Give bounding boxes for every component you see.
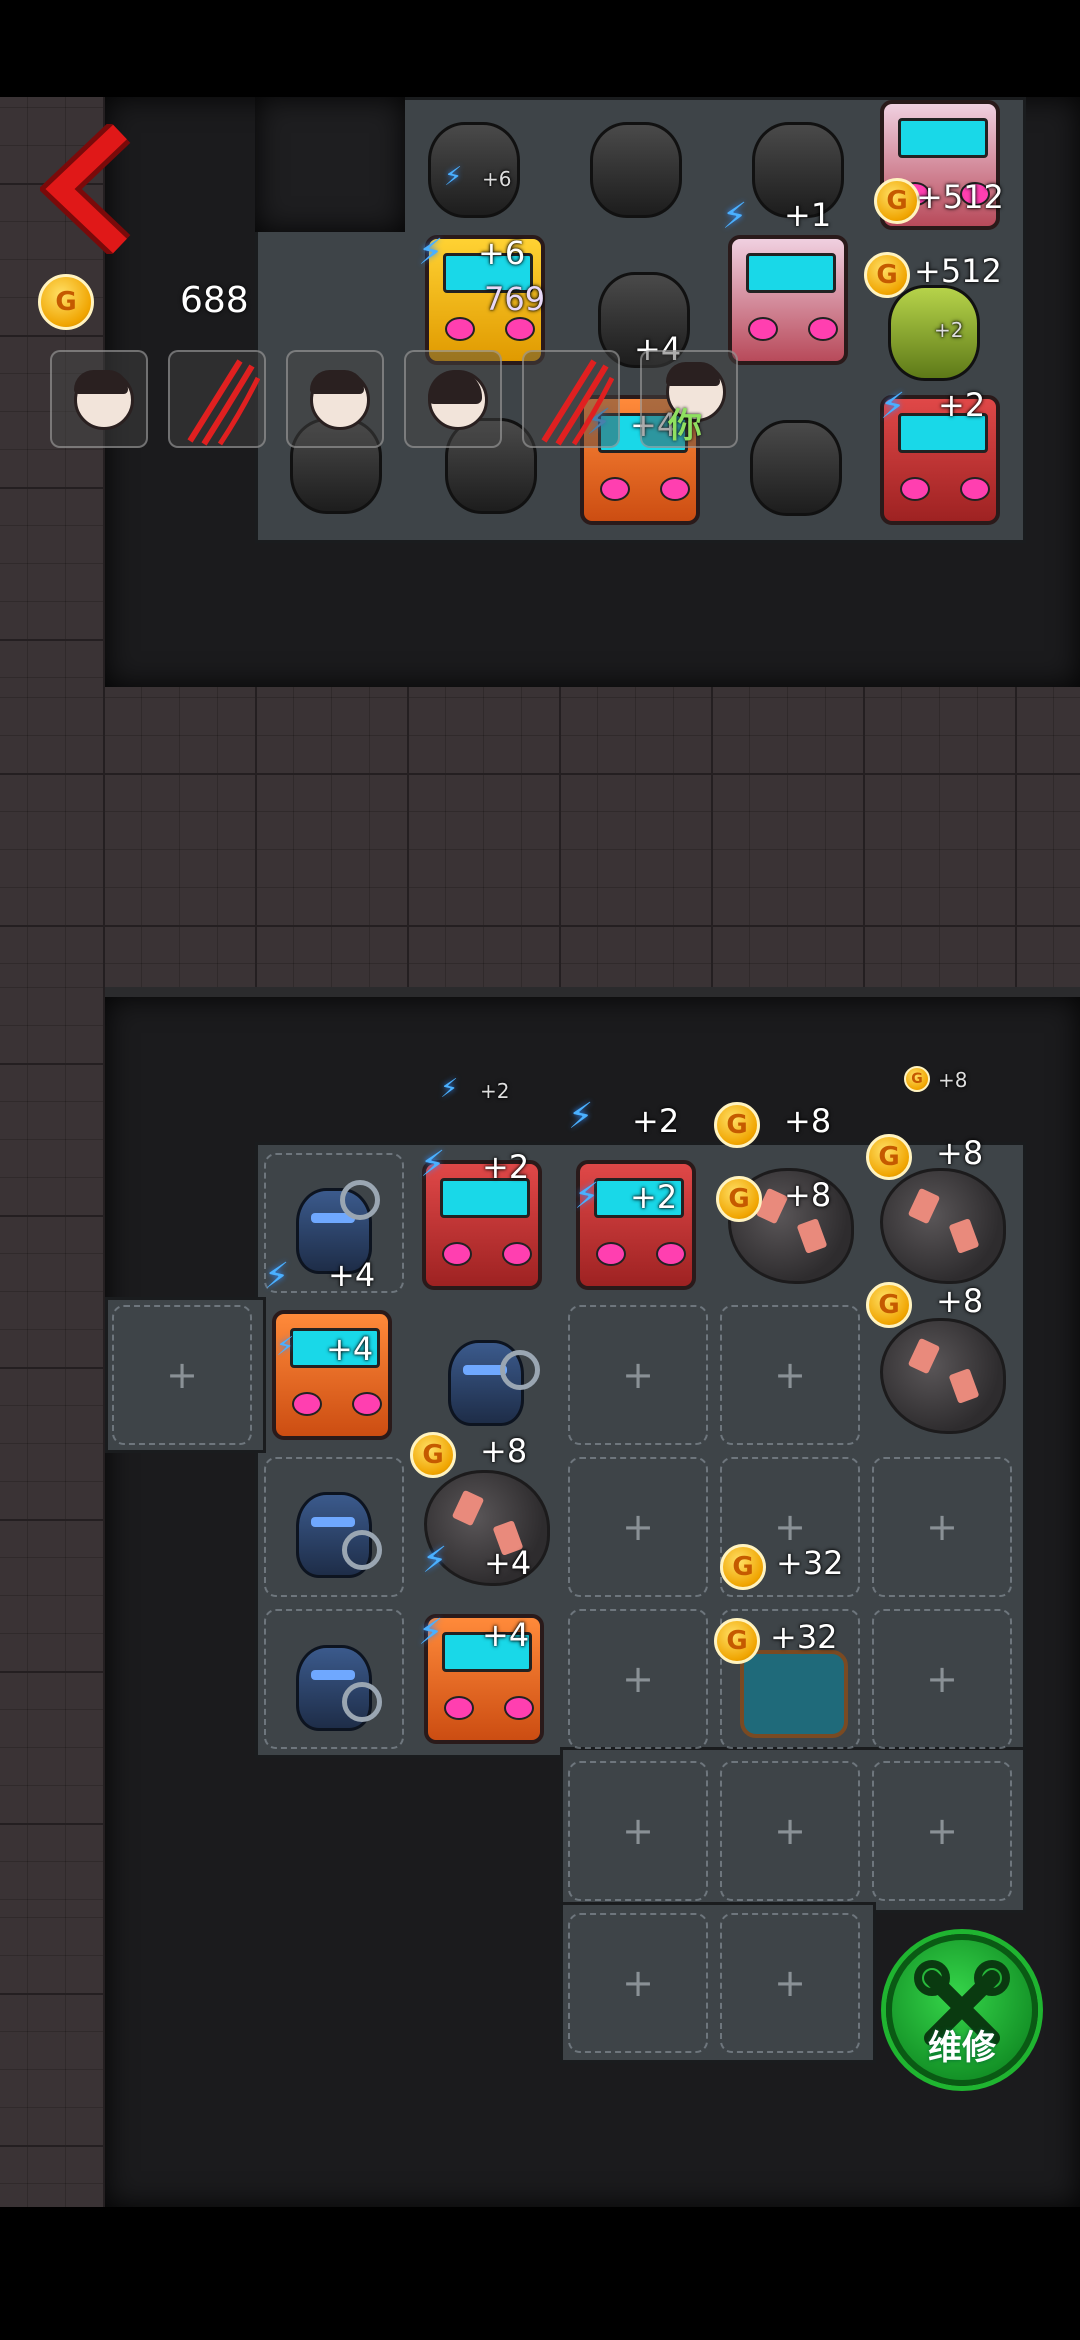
- empty-build-tile[interactable]: +: [720, 1305, 860, 1445]
- income-label: 769: [484, 280, 546, 318]
- gold-coin-icon: G: [410, 1432, 456, 1478]
- income-label: +2: [480, 1079, 510, 1103]
- energy-icon: ⚡: [264, 1256, 290, 1297]
- energy-icon: ⚡: [574, 1176, 600, 1217]
- income-label: +6: [478, 234, 526, 272]
- gold-coin-icon: G: [714, 1102, 760, 1148]
- arcade-machine-icon[interactable]: [728, 235, 848, 365]
- gold-coin-icon: G: [866, 1282, 912, 1328]
- chevron-left-icon[interactable]: [40, 124, 140, 254]
- key-icon: [340, 1180, 380, 1220]
- empty-build-tile[interactable]: +: [720, 1761, 860, 1901]
- energy-icon: ⚡: [276, 1332, 295, 1362]
- wall-band-middle: [0, 687, 1080, 987]
- gold-coin-icon: G: [716, 1176, 762, 1222]
- gold-amount: 688: [180, 280, 249, 321]
- income-label: +4: [328, 1256, 376, 1294]
- gold-coin-icon: G: [904, 1066, 930, 1092]
- player-slot[interactable]: [286, 350, 384, 448]
- gold-coin-icon: G: [720, 1544, 766, 1590]
- empty-build-tile[interactable]: +: [720, 1913, 860, 2053]
- income-label: +8: [784, 1176, 832, 1214]
- claw-scratch-icon: [541, 359, 614, 446]
- empty-build-tile[interactable]: +: [872, 1609, 1012, 1749]
- energy-icon: ⚡: [880, 386, 906, 427]
- you-label: 你: [668, 406, 702, 446]
- energy-icon: ⚡: [568, 1096, 594, 1137]
- income-label: +4: [326, 1330, 374, 1368]
- cauldron-icon[interactable]: [590, 122, 682, 218]
- income-label: +2: [934, 318, 964, 342]
- empty-build-tile[interactable]: +: [872, 1457, 1012, 1597]
- empty-build-tile[interactable]: +: [568, 1609, 708, 1749]
- upper-room-notch: [255, 97, 405, 232]
- player-girl-icon: [74, 370, 134, 430]
- energy-icon: ⚡: [418, 1612, 444, 1653]
- income-label: +8: [938, 1068, 968, 1092]
- gold-coin-icon: G: [714, 1618, 760, 1664]
- empty-build-tile[interactable]: +: [872, 1761, 1012, 1901]
- income-label: +4: [484, 1544, 532, 1582]
- income-label: +2: [482, 1148, 530, 1186]
- income-label: +512: [916, 178, 1004, 216]
- gold-coin-icon: G: [864, 252, 910, 298]
- repair-label: 维修: [928, 2028, 996, 2068]
- income-label: +8: [936, 1282, 984, 1320]
- income-label: +32: [770, 1618, 838, 1656]
- claw-scratch-icon: [187, 359, 260, 446]
- energy-icon: ⚡: [444, 162, 463, 192]
- empty-build-tile[interactable]: +: [568, 1457, 708, 1597]
- income-label: +2: [938, 386, 986, 424]
- energy-icon: ⚡: [418, 232, 444, 273]
- player-dark-hair-girl-icon: [428, 370, 488, 430]
- income-label: +8: [784, 1102, 832, 1140]
- income-label: +512: [914, 252, 1002, 290]
- empty-build-tile[interactable]: +: [568, 1761, 708, 1901]
- player-bow-girl-icon: [310, 370, 370, 430]
- player-slot[interactable]: [168, 350, 266, 448]
- income-label: +6: [482, 167, 512, 191]
- empty-build-tile[interactable]: +: [112, 1305, 252, 1445]
- income-label: +8: [480, 1432, 528, 1470]
- empty-build-tile[interactable]: +: [568, 1913, 708, 2053]
- repair-button[interactable]: 维修: [886, 1934, 1038, 2086]
- bed-icon[interactable]: [740, 1650, 848, 1738]
- gear-icon: [342, 1682, 382, 1722]
- energy-icon: ⚡: [422, 1540, 448, 1581]
- energy-icon: ⚡: [440, 1074, 459, 1104]
- income-label: +1: [784, 196, 832, 234]
- gold-coin-icon: G: [874, 178, 920, 224]
- income-label: +2: [632, 1102, 680, 1140]
- player-slot[interactable]: [404, 350, 502, 448]
- energy-icon: ⚡: [722, 196, 748, 237]
- player-slot[interactable]: [522, 350, 620, 448]
- cauldron-icon[interactable]: [750, 420, 842, 516]
- gear-icon: [342, 1530, 382, 1570]
- player-slot[interactable]: [50, 350, 148, 448]
- gold-coin-icon: G: [38, 274, 94, 330]
- energy-icon: ⚡: [420, 1144, 446, 1185]
- income-label: +32: [776, 1544, 844, 1582]
- income-label: +8: [936, 1134, 984, 1172]
- income-label: +4: [482, 1616, 530, 1654]
- gold-coin-icon: G: [866, 1134, 912, 1180]
- empty-build-tile[interactable]: +: [568, 1305, 708, 1445]
- gear-icon: [500, 1350, 540, 1390]
- income-label: +2: [630, 1178, 678, 1216]
